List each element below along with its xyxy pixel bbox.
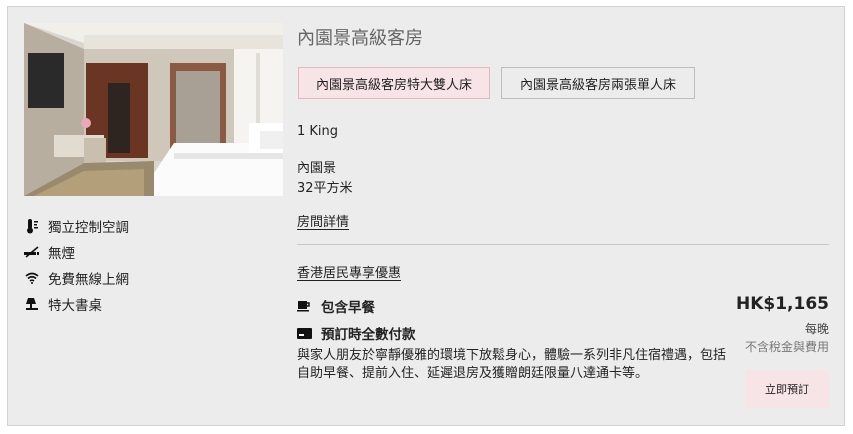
breakfast-label: 包含早餐: [321, 300, 375, 316]
amenity-wifi: 免費無線上網: [24, 265, 284, 291]
wifi-icon: [24, 270, 40, 286]
price: HK$1,165: [735, 294, 829, 314]
desk-lamp-icon: [24, 296, 40, 312]
amenity-desk: 特大書桌: [24, 291, 284, 317]
room-size: 32平方米: [297, 181, 353, 196]
room-photo: [24, 23, 283, 196]
thermometer-icon: [24, 218, 40, 234]
payment-label: 預訂時全數付款: [321, 327, 416, 343]
divider: [297, 244, 829, 245]
credit-card-icon: [297, 326, 313, 340]
amenity-label: 獨立控制空調: [48, 220, 129, 236]
tax-note: 不含稅金與費用: [744, 340, 829, 354]
amenity-label: 免費無線上網: [48, 272, 129, 288]
payment-feature: 預訂時全數付款: [297, 323, 416, 343]
no-smoking-icon: [24, 244, 40, 260]
room-title: 內園景高級客房: [297, 28, 423, 49]
room-card: 獨立控制空調 無煙 免費無線上網 特大書桌 內園景高級客房 內園景高級客房特大雙…: [7, 6, 845, 426]
bed-type: 1 King: [297, 124, 339, 139]
amenity-air-conditioning: 獨立控制空調: [24, 213, 284, 239]
offer-description: 與家人朋友於寧靜優雅的環境下放鬆身心，體驗一系列非凡住宿禮遇，包括自助早餐、提前…: [297, 348, 727, 381]
price-per-night: 每晚: [804, 322, 829, 336]
book-now-button[interactable]: 立即預訂: [745, 370, 829, 408]
bed-option-twin-button[interactable]: 內園景高級客房兩張單人床: [501, 67, 695, 99]
amenities-list: 獨立控制空調 無煙 免費無線上網 特大書桌: [24, 213, 284, 317]
bed-option-king-button[interactable]: 內園景高級客房特大雙人床: [298, 67, 490, 99]
coffee-cup-icon: [297, 299, 313, 313]
breakfast-feature: 包含早餐: [297, 296, 375, 316]
amenity-no-smoking: 無煙: [24, 239, 284, 265]
offer-name-link[interactable]: 香港居民專享優惠: [297, 262, 401, 281]
room-view: 內園景: [297, 161, 337, 176]
room-details-link[interactable]: 房間詳情: [297, 211, 349, 230]
amenity-label: 無煙: [48, 246, 75, 262]
amenity-label: 特大書桌: [48, 298, 102, 314]
